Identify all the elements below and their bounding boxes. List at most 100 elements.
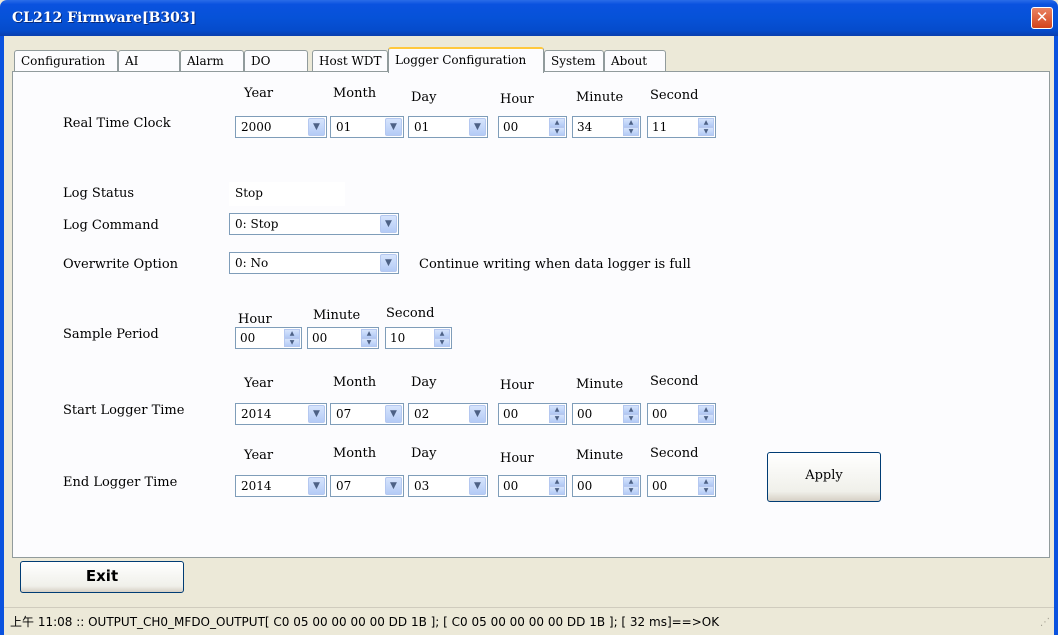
start-month-select[interactable]: 07 ▼ [330,403,404,425]
log-status-label: Log Status [63,186,135,201]
rtc-minute-stepper[interactable]: 34 ▲ ▼ [572,116,641,138]
spin-up-icon[interactable]: ▲ [698,477,714,486]
end-month-select[interactable]: 07 ▼ [330,475,404,497]
overwrite-hint: Continue writing when data logger is ful… [419,257,691,272]
start-logger-time-label: Start Logger Time [63,403,185,418]
sample-hour-stepper[interactable]: 00 ▲ ▼ [235,327,302,349]
chevron-down-icon[interactable]: ▼ [308,405,325,423]
spin-up-icon[interactable]: ▲ [361,329,377,338]
rtc-second-stepper[interactable]: 11 ▲ ▼ [647,116,716,138]
end-second-header: Second [650,446,699,461]
chevron-down-icon[interactable]: ▼ [469,405,486,423]
end-day-select[interactable]: 03 ▼ [408,475,488,497]
chevron-down-icon[interactable]: ▼ [308,118,325,136]
log-command-select[interactable]: 0: Stop ▼ [229,213,399,235]
tab-ai[interactable]: AI [118,50,180,72]
chevron-down-icon[interactable]: ▼ [385,118,402,136]
rtc-second-value: 11 [652,120,668,134]
tab-logger-configuration[interactable]: Logger Configuration [388,47,544,73]
chevron-down-icon[interactable]: ▼ [469,477,486,495]
tab-about[interactable]: About [604,50,666,72]
tab-host-wdt[interactable]: Host WDT [312,50,388,72]
sample-minute-value: 00 [312,331,328,345]
spin-down-icon[interactable]: ▼ [698,127,714,136]
start-day-select[interactable]: 02 ▼ [408,403,488,425]
end-year-value: 2014 [241,479,272,493]
start-hour-value: 00 [503,407,519,421]
spin-down-icon[interactable]: ▼ [549,414,565,423]
rtc-label: Real Time Clock [63,116,171,131]
start-year-select[interactable]: 2014 ▼ [235,403,327,425]
rtc-day-select[interactable]: 01 ▼ [408,116,488,138]
start-month-value: 07 [336,407,352,421]
spin-down-icon[interactable]: ▼ [549,486,565,495]
spin-up-icon[interactable]: ▲ [434,329,450,338]
spin-down-icon[interactable]: ▼ [623,486,639,495]
start-hour-stepper[interactable]: 00 ▲ ▼ [498,403,567,425]
end-month-header: Month [333,446,377,461]
spin-up-icon[interactable]: ▲ [549,118,565,127]
window-frame-left [0,36,4,635]
end-hour-stepper[interactable]: 00 ▲ ▼ [498,475,567,497]
end-second-stepper[interactable]: 00 ▲ ▼ [647,475,716,497]
resize-grip-icon[interactable]: ⋰ [1038,617,1050,629]
spin-down-icon[interactable]: ▼ [284,338,300,347]
spin-down-icon[interactable]: ▼ [361,338,377,347]
rtc-month-select[interactable]: 01 ▼ [330,116,404,138]
chevron-down-icon[interactable]: ▼ [380,254,397,272]
overwrite-option-select[interactable]: 0: No ▼ [229,252,399,274]
spin-down-icon[interactable]: ▼ [698,486,714,495]
apply-button[interactable]: Apply [767,452,881,502]
end-day-header: Day [411,446,437,461]
chevron-down-icon[interactable]: ▼ [469,118,486,136]
overwrite-option-value: 0: No [235,256,269,270]
rtc-month-header: Month [333,86,377,101]
spin-up-icon[interactable]: ▲ [549,477,565,486]
rtc-hour-stepper[interactable]: 00 ▲ ▼ [498,116,567,138]
log-command-label: Log Command [63,218,159,233]
rtc-month-value: 01 [336,120,352,134]
start-month-header: Month [333,375,377,390]
end-hour-value: 00 [503,479,519,493]
exit-button[interactable]: Exit [20,561,184,593]
start-year-value: 2014 [241,407,272,421]
window-title: CL212 Firmware[B303] [12,10,197,26]
status-bar: 上午 11:08 :: OUTPUT_CH0_MFDO_OUTPUT[ C0 0… [4,607,1054,631]
chevron-down-icon[interactable]: ▼ [308,477,325,495]
tab-configuration[interactable]: Configuration [14,50,118,72]
spin-up-icon[interactable]: ▲ [284,329,300,338]
start-hour-header: Hour [500,378,534,393]
spin-up-icon[interactable]: ▲ [698,405,714,414]
end-minute-stepper[interactable]: 00 ▲ ▼ [572,475,641,497]
sample-minute-header: Minute [313,308,361,323]
rtc-hour-value: 00 [503,120,519,134]
start-second-header: Second [650,374,699,389]
start-minute-stepper[interactable]: 00 ▲ ▼ [572,403,641,425]
sample-second-header: Second [386,306,435,321]
tab-system[interactable]: System [544,50,604,72]
spin-up-icon[interactable]: ▲ [549,405,565,414]
spin-down-icon[interactable]: ▼ [549,127,565,136]
tab-do[interactable]: DO [244,50,308,72]
spin-up-icon[interactable]: ▲ [623,477,639,486]
status-text: 上午 11:08 :: OUTPUT_CH0_MFDO_OUTPUT[ C0 0… [10,615,720,629]
chevron-down-icon[interactable]: ▼ [385,405,402,423]
end-year-header: Year [244,448,274,463]
rtc-year-select[interactable]: 2000 ▼ [235,116,327,138]
spin-down-icon[interactable]: ▼ [698,414,714,423]
sample-minute-stepper[interactable]: 00 ▲ ▼ [307,327,379,349]
chevron-down-icon[interactable]: ▼ [380,215,397,233]
spin-down-icon[interactable]: ▼ [623,414,639,423]
close-icon[interactable]: ✕ [1031,7,1053,29]
tab-alarm[interactable]: Alarm [180,50,244,72]
spin-up-icon[interactable]: ▲ [623,405,639,414]
start-second-stepper[interactable]: 00 ▲ ▼ [647,403,716,425]
spin-up-icon[interactable]: ▲ [623,118,639,127]
chevron-down-icon[interactable]: ▼ [385,477,402,495]
end-hour-header: Hour [500,451,534,466]
end-year-select[interactable]: 2014 ▼ [235,475,327,497]
spin-down-icon[interactable]: ▼ [623,127,639,136]
sample-second-stepper[interactable]: 10 ▲ ▼ [385,327,452,349]
spin-up-icon[interactable]: ▲ [698,118,714,127]
spin-down-icon[interactable]: ▼ [434,338,450,347]
